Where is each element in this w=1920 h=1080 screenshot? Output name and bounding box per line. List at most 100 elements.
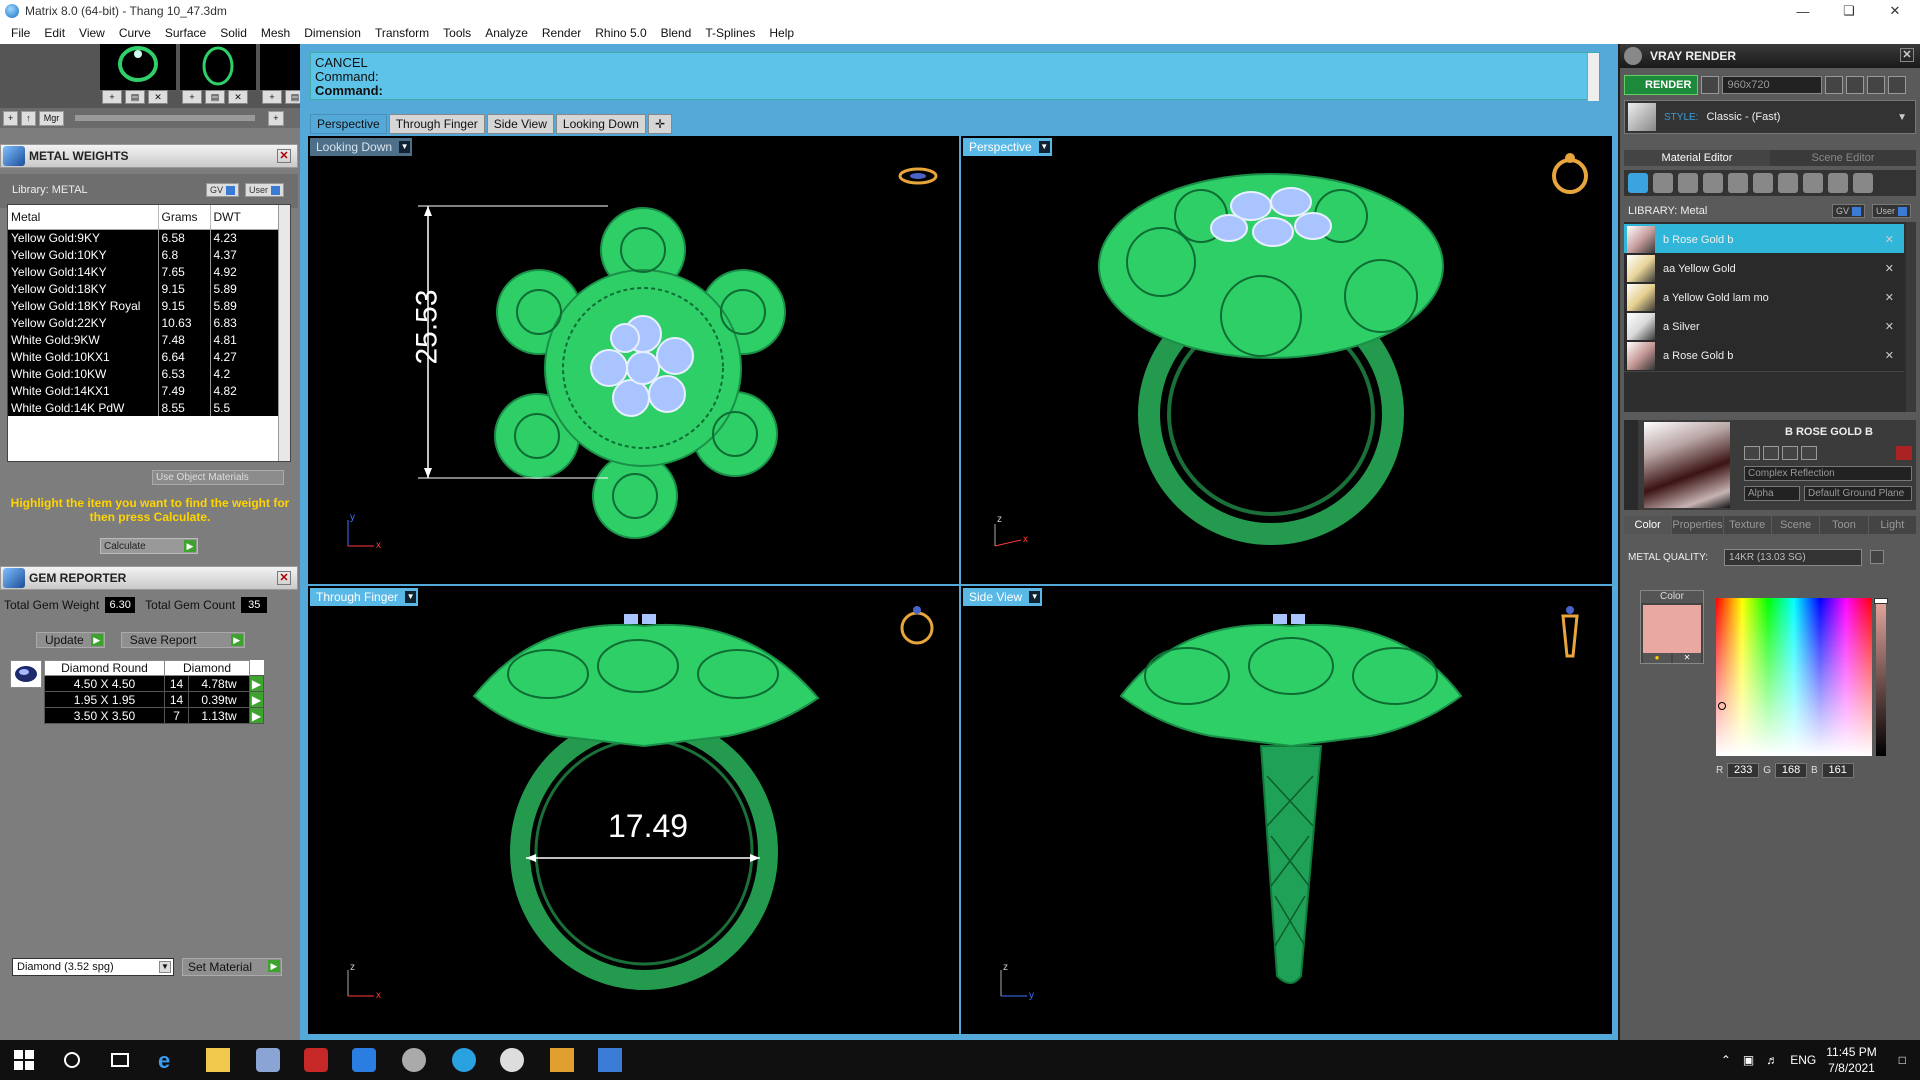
up-arrow-icon[interactable]: ↑ (21, 110, 36, 126)
metal-quality-select[interactable]: 14KR (13.03 SG) (1724, 548, 1863, 566)
style-select[interactable]: STYLE: Classic - (Fast) ▼ (1624, 100, 1916, 134)
remove-icon[interactable]: ✕ (1885, 349, 1894, 362)
menu-surface[interactable]: Surface (158, 26, 213, 40)
pattern-icon[interactable] (1753, 173, 1773, 193)
tab-scene-editor[interactable]: Scene Editor (1770, 150, 1916, 166)
material-item[interactable]: aa Yellow Gold ✕ (1624, 253, 1904, 285)
green-value[interactable]: 168 (1775, 762, 1808, 778)
user-toggle[interactable]: User (1872, 204, 1912, 218)
menu-edit[interactable]: Edit (37, 26, 72, 40)
metal-table-scrollbar[interactable] (278, 205, 290, 461)
menu-help[interactable]: Help (762, 26, 801, 40)
volume-icon[interactable]: ♬ (1766, 1053, 1778, 1067)
material-item[interactable]: b Rose Gold b ✕ (1624, 224, 1904, 256)
color-spectrum[interactable] (1716, 598, 1872, 756)
picker-icon[interactable]: ● (1643, 653, 1671, 663)
table-row[interactable]: 4.50 X 4.50 14 4.78tw ▶ (44, 675, 264, 692)
material-select[interactable]: Diamond (3.52 spg) ▼ (12, 958, 174, 976)
alpha-toggle[interactable]: Alpha (1744, 486, 1800, 501)
table-row[interactable]: White Gold:14KX1 7.49 4.82 (8, 382, 280, 399)
viewport-side-view[interactable]: Side View ▼ z y (961, 586, 1612, 1034)
tab-texture[interactable]: Texture (1723, 516, 1771, 534)
chrome-icon[interactable] (500, 1048, 524, 1072)
menu-mesh[interactable]: Mesh (254, 26, 297, 40)
user-toggle[interactable]: User (245, 183, 285, 197)
play-icon[interactable]: ▶ (249, 691, 264, 708)
collapse-handle[interactable] (1624, 420, 1638, 510)
menu-view[interactable]: View (72, 26, 112, 40)
plane-icon[interactable] (1703, 173, 1723, 193)
close-button[interactable]: ✕ (1872, 0, 1918, 22)
mesh-icon[interactable] (1778, 173, 1798, 193)
color-swatch[interactable] (1643, 605, 1701, 653)
tab-material-editor[interactable]: Material Editor (1624, 150, 1770, 166)
table-row[interactable]: White Gold:14K PdW 8.55 5.5 (8, 399, 280, 416)
gv-toggle[interactable]: GV (206, 183, 240, 197)
close-icon[interactable]: ✕ (277, 571, 291, 585)
material-list-scrollbar[interactable] (1906, 222, 1916, 412)
delete-icon[interactable]: ✕ (228, 90, 248, 104)
render-button[interactable]: RENDER (1624, 75, 1699, 95)
app-icon[interactable] (256, 1048, 280, 1072)
thumbnail-2[interactable] (180, 44, 256, 90)
save-icon[interactable]: ▤ (125, 90, 145, 104)
matrix-app-icon[interactable] (598, 1048, 622, 1072)
thumbnail-3[interactable] (260, 44, 300, 90)
add-thumb-button[interactable]: + (3, 110, 19, 126)
clear-icon[interactable]: ✕ (1673, 653, 1701, 663)
table-row[interactable]: Yellow Gold:18KY Royal 9.15 5.89 (8, 297, 280, 314)
viewport-label[interactable]: Looking Down ▼ (310, 138, 413, 156)
light-icon[interactable] (1853, 173, 1873, 193)
red-value[interactable]: 233 (1727, 762, 1760, 778)
play-icon[interactable]: ▶ (249, 675, 264, 692)
task-view-icon[interactable] (108, 1048, 132, 1072)
clock[interactable]: 11:45 PM 7/8/2021 (1826, 1044, 1876, 1076)
add-icon[interactable]: + (268, 110, 284, 126)
camera-icon[interactable] (1701, 76, 1720, 94)
notifications-icon[interactable]: □ (1899, 1053, 1906, 1067)
maximize-button[interactable]: ❏ (1826, 0, 1872, 22)
sphere-icon[interactable] (1678, 173, 1698, 193)
chevron-up-icon[interactable]: ⌃ (1721, 1053, 1731, 1067)
color-cursor[interactable] (1718, 702, 1726, 710)
thumbnail-1[interactable] (100, 44, 176, 90)
add-icon[interactable]: + (182, 90, 202, 104)
language-indicator[interactable]: ENG (1790, 1053, 1816, 1067)
menu-render[interactable]: Render (535, 26, 588, 40)
table-row[interactable]: White Gold:10KX1 6.64 4.27 (8, 348, 280, 365)
table-row[interactable]: White Gold:9KW 7.48 4.81 (8, 331, 280, 348)
gv-toggle[interactable]: GV (1832, 204, 1866, 218)
material-item[interactable]: a Silver ✕ (1624, 311, 1904, 343)
tab-light[interactable]: Light (1868, 516, 1917, 534)
menu-tools[interactable]: Tools (436, 26, 478, 40)
save-icon[interactable] (1744, 446, 1760, 460)
command-scrollbar[interactable] (1587, 53, 1599, 101)
file-explorer-icon[interactable] (206, 1048, 230, 1072)
brush-icon[interactable] (1828, 173, 1848, 193)
menu-solid[interactable]: Solid (213, 26, 254, 40)
menu-transform[interactable]: Transform (368, 26, 436, 40)
column-header-dwt[interactable]: DWT (210, 205, 280, 230)
copy-icon[interactable] (1763, 446, 1779, 460)
menu-analyze[interactable]: Analyze (478, 26, 535, 40)
manager-button[interactable]: Mgr (38, 110, 65, 126)
windows-start-icon[interactable] (14, 1048, 38, 1072)
menu-dimension[interactable]: Dimension (297, 26, 368, 40)
close-icon[interactable]: ✕ (277, 149, 291, 163)
table-row[interactable]: Yellow Gold:9KY 6.58 4.23 (8, 229, 280, 246)
save-icon[interactable]: ▤ (205, 90, 225, 104)
list-icon[interactable] (1867, 76, 1886, 94)
add-icon[interactable]: + (102, 90, 122, 104)
scatter-icon[interactable] (1803, 173, 1823, 193)
zalo-icon[interactable] (352, 1048, 376, 1072)
tab-through-finger[interactable]: Through Finger (388, 114, 485, 134)
frame-icon[interactable] (1846, 76, 1865, 94)
tab-looking-down[interactable]: Looking Down (555, 114, 646, 134)
set-material-button[interactable]: Set Material ▶ (182, 958, 282, 976)
remove-icon[interactable]: ✕ (1885, 233, 1894, 246)
export-icon[interactable] (1782, 446, 1798, 460)
tab-toon[interactable]: Toon (1820, 516, 1868, 534)
play-icon[interactable]: ▶ (249, 707, 264, 724)
remove-icon[interactable]: ✕ (1885, 262, 1894, 275)
remove-icon[interactable]: ✕ (1885, 320, 1894, 333)
